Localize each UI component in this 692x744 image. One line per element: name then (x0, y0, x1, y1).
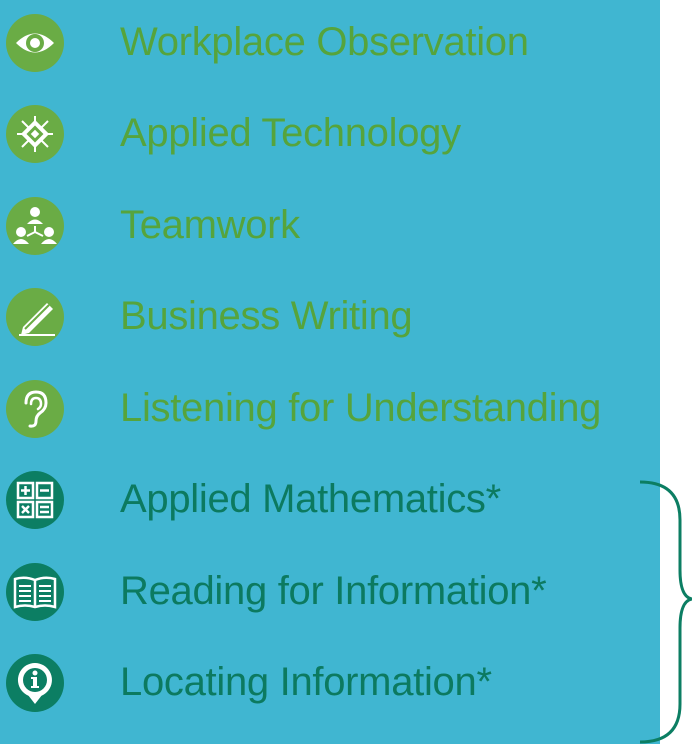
team-icon (6, 197, 64, 255)
skill-label: Teamwork (120, 203, 300, 247)
skill-label: Locating Information* (120, 660, 492, 704)
book-icon (6, 563, 64, 621)
skill-label: Workplace Observation (120, 20, 529, 64)
skill-label: Applied Technology (120, 111, 461, 155)
skill-row-workplace-observation: Workplace Observation (0, 0, 692, 84)
pencil-icon (6, 288, 64, 346)
bracket-brace (640, 480, 692, 744)
skill-row-applied-mathematics: Applied Mathematics* (0, 457, 692, 541)
skill-row-locating: Locating Information* (0, 640, 692, 724)
calculator-icon (6, 471, 64, 529)
skill-row-business-writing: Business Writing (0, 274, 692, 358)
chip-icon (6, 105, 64, 163)
skill-label: Business Writing (120, 294, 413, 338)
skill-label: Applied Mathematics* (120, 477, 501, 521)
skill-row-listening: Listening for Understanding (0, 366, 692, 450)
skill-label: Listening for Understanding (120, 386, 602, 430)
skill-row-reading: Reading for Information* (0, 549, 692, 633)
ear-icon (6, 380, 64, 438)
skill-label: Reading for Information* (120, 569, 547, 613)
eye-icon (6, 14, 64, 72)
info-pin-icon (6, 654, 64, 712)
skill-row-teamwork: Teamwork (0, 183, 692, 267)
skill-row-applied-technology: Applied Technology (0, 91, 692, 175)
